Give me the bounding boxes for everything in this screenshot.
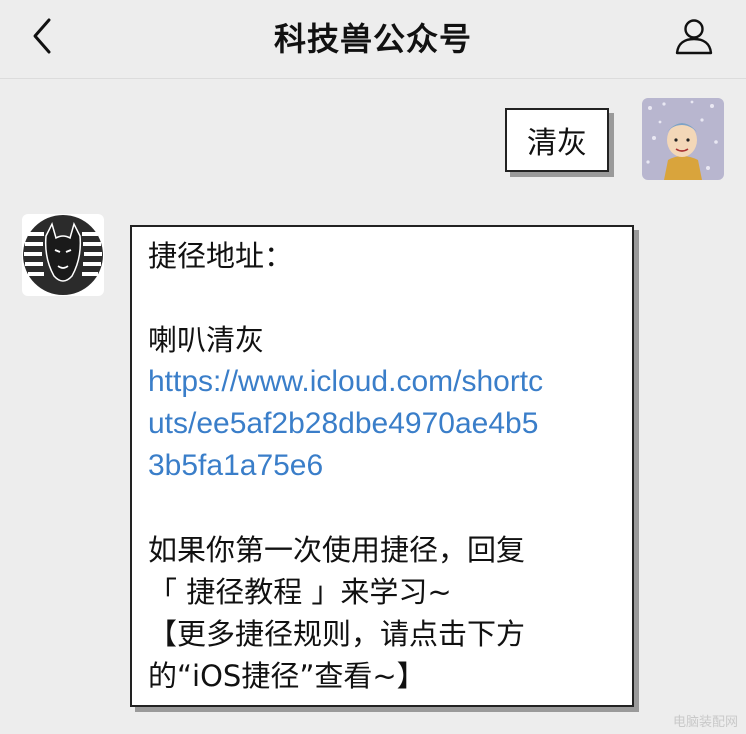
page-title: 科技兽公众号 (273, 20, 472, 58)
outgoing-message-text: 清灰 (527, 126, 587, 161)
incoming-message-bubble[interactable]: 捷径地址： 喇叭清灰 https://www.icloud.com/shortc… (130, 225, 634, 707)
beast-logo-image (23, 215, 103, 295)
official-account-avatar[interactable] (22, 214, 104, 296)
user-avatar[interactable] (642, 98, 724, 180)
shortcut-link-part-3[interactable]: 3b5fa1a75e6 (148, 445, 622, 487)
message-line: 喇叭清灰 (148, 323, 265, 357)
message-line: 「 捷径教程 」来学习~ (148, 575, 452, 609)
message-line: 如果你第一次使用捷径，回复 (148, 533, 526, 567)
user-icon (675, 19, 713, 55)
outgoing-message-bubble[interactable]: 清灰 (505, 108, 609, 172)
message-line: 的“iOS捷径”查看~】 (148, 659, 426, 693)
message-line: 捷径地址： (148, 239, 294, 273)
navigation-bar: 科技兽公众号 (0, 0, 746, 79)
profile-button[interactable] (672, 14, 716, 58)
message-line: 【更多捷径规则，请点击下方 (148, 617, 526, 651)
watermark: 电脑装配网 (672, 715, 738, 730)
shortcut-link-part-2[interactable]: uts/ee5af2b28dbe4970ae4b5 (148, 403, 622, 445)
cartoon-avatar-image (642, 98, 724, 180)
shortcut-link-part-1[interactable]: https://www.icloud.com/shortc (148, 361, 622, 403)
